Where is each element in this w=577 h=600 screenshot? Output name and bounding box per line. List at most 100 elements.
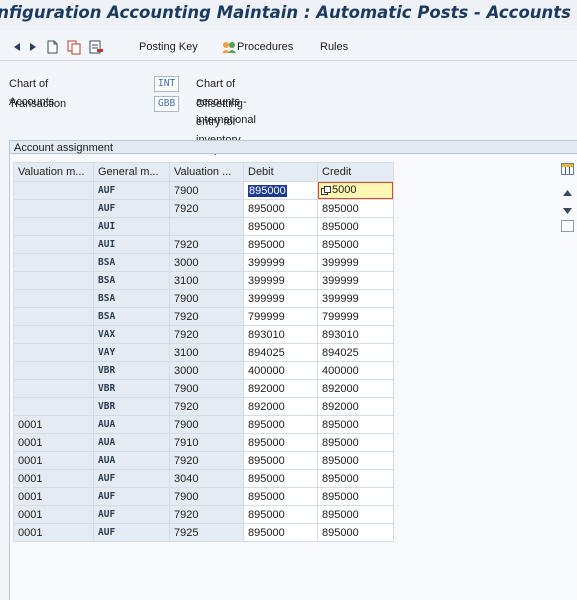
credit-cell[interactable]: 895000	[317, 505, 394, 524]
credit-cell[interactable]: 400000	[317, 361, 394, 380]
credit-cell[interactable]: 895000	[317, 487, 394, 506]
credit-cell[interactable]: 399999	[317, 271, 394, 290]
debit-cell[interactable]: 895000	[243, 469, 318, 488]
debit-cell[interactable]: 895000	[243, 181, 318, 200]
debit-cell[interactable]: 399999	[243, 271, 318, 290]
credit-partial-value: 5000	[332, 184, 357, 196]
debit-cell[interactable]: 400000	[243, 361, 318, 380]
column-header-valuation-class[interactable]: Valuation ...	[169, 162, 244, 182]
debit-cell[interactable]: 799999	[243, 307, 318, 326]
debit-cell[interactable]: 894025	[243, 343, 318, 362]
credit-cell[interactable]: 894025	[317, 343, 394, 362]
valuation-modifier-cell	[13, 271, 94, 290]
table-row[interactable]: AUI 895000 895000	[13, 217, 394, 236]
credit-cell[interactable]: 895000	[317, 433, 394, 452]
procedures-button[interactable]: Procedures	[237, 38, 293, 56]
valuation-modifier-cell: 0001	[13, 523, 94, 542]
credit-cell[interactable]: 799999	[317, 307, 394, 326]
credit-input-focused[interactable]: 5000	[318, 182, 393, 199]
table-row[interactable]: 0001 AUF 7925 895000 895000	[13, 523, 394, 542]
chart-of-accounts-field[interactable]: INT	[154, 76, 180, 92]
debit-cell[interactable]: 895000	[243, 487, 318, 506]
transaction-field[interactable]: GBB	[154, 96, 180, 112]
valuation-modifier-cell: 0001	[13, 505, 94, 524]
table-row[interactable]: BSA 3000 399999 399999	[13, 253, 394, 272]
new-entry-icon[interactable]	[46, 38, 60, 56]
credit-cell[interactable]: 895000	[317, 451, 394, 470]
table-row[interactable]: BSA 3100 399999 399999	[13, 271, 394, 290]
general-modification-cell: AUI	[93, 217, 170, 236]
credit-cell[interactable]: 5000	[317, 181, 394, 200]
debit-cell[interactable]: 895000	[243, 451, 318, 470]
debit-cell[interactable]: 895000	[243, 235, 318, 254]
debit-cell[interactable]: 895000	[243, 217, 318, 236]
credit-cell[interactable]: 895000	[317, 217, 394, 236]
column-layout-icon[interactable]	[561, 163, 574, 178]
credit-cell[interactable]: 895000	[317, 199, 394, 218]
delete-icon[interactable]	[88, 38, 104, 56]
table-row[interactable]: VBR 3000 400000 400000	[13, 361, 394, 380]
table-row[interactable]: VAY 3100 894025 894025	[13, 343, 394, 362]
scroll-down-icon[interactable]	[563, 205, 572, 217]
rules-button[interactable]: Rules	[320, 38, 348, 56]
valuation-class-cell: 3000	[169, 361, 244, 380]
credit-cell[interactable]: 399999	[317, 253, 394, 272]
debit-cell[interactable]: 895000	[243, 505, 318, 524]
debit-cell[interactable]: 895000	[243, 523, 318, 542]
credit-cell[interactable]: 399999	[317, 289, 394, 308]
table-row[interactable]: AUF 7920 895000 895000	[13, 199, 394, 218]
credit-cell[interactable]: 892000	[317, 397, 394, 416]
column-header-valuation-modifier[interactable]: Valuation m...	[13, 162, 94, 182]
general-modification-cell: BSA	[93, 289, 170, 308]
valuation-class-cell: 7920	[169, 397, 244, 416]
valuation-class-cell: 7900	[169, 289, 244, 308]
back-arrow-icon[interactable]	[12, 38, 22, 56]
table-row[interactable]: VBR 7900 892000 892000	[13, 379, 394, 398]
posting-key-button[interactable]: Posting Key	[139, 38, 198, 56]
valuation-modifier-cell	[13, 379, 94, 398]
debit-cell[interactable]: 895000	[243, 199, 318, 218]
debit-cell[interactable]: 892000	[243, 379, 318, 398]
value-help-icon[interactable]	[321, 186, 331, 196]
table-row[interactable]: 0001 AUF 7920 895000 895000	[13, 505, 394, 524]
credit-cell[interactable]: 895000	[317, 415, 394, 434]
table-row[interactable]: 0001 AUF 3040 895000 895000	[13, 469, 394, 488]
credit-cell[interactable]: 895000	[317, 523, 394, 542]
general-modification-cell: AUA	[93, 433, 170, 452]
scroll-up-icon[interactable]	[563, 187, 572, 199]
valuation-class-cell: 3040	[169, 469, 244, 488]
table-row[interactable]: 0001 AUA 7920 895000 895000	[13, 451, 394, 470]
debit-cell[interactable]: 895000	[243, 415, 318, 434]
debit-cell[interactable]: 895000	[243, 433, 318, 452]
debit-cell[interactable]: 893010	[243, 325, 318, 344]
column-header-credit[interactable]: Credit	[317, 162, 394, 182]
valuation-modifier-cell: 0001	[13, 469, 94, 488]
scrollbar-thumb[interactable]	[561, 220, 574, 235]
valuation-class-cell: 7920	[169, 199, 244, 218]
table-row[interactable]: AUF 7900 895000 5000	[13, 181, 394, 200]
column-header-debit[interactable]: Debit	[243, 162, 318, 182]
column-header-general-modification[interactable]: General m...	[93, 162, 170, 182]
table-row[interactable]: 0001 AUA 7900 895000 895000	[13, 415, 394, 434]
procedures-icon	[221, 38, 237, 56]
credit-cell[interactable]: 893010	[317, 325, 394, 344]
forward-arrow-icon[interactable]	[28, 38, 38, 56]
credit-cell[interactable]: 895000	[317, 469, 394, 488]
valuation-class-cell	[169, 217, 244, 236]
valuation-class-cell: 7910	[169, 433, 244, 452]
table-row[interactable]: 0001 AUF 7900 895000 895000	[13, 487, 394, 506]
table-row[interactable]: 0001 AUA 7910 895000 895000	[13, 433, 394, 452]
credit-cell[interactable]: 895000	[317, 235, 394, 254]
table-row[interactable]: BSA 7900 399999 399999	[13, 289, 394, 308]
general-modification-cell: AUA	[93, 451, 170, 470]
copy-as-icon[interactable]	[66, 38, 82, 56]
debit-cell[interactable]: 892000	[243, 397, 318, 416]
credit-cell[interactable]: 892000	[317, 379, 394, 398]
table-row[interactable]: VAX 7920 893010 893010	[13, 325, 394, 344]
table-row[interactable]: BSA 7920 799999 799999	[13, 307, 394, 326]
table-row[interactable]: AUI 7920 895000 895000	[13, 235, 394, 254]
general-modification-cell: BSA	[93, 271, 170, 290]
debit-cell[interactable]: 399999	[243, 253, 318, 272]
table-row[interactable]: VBR 7920 892000 892000	[13, 397, 394, 416]
debit-cell[interactable]: 399999	[243, 289, 318, 308]
